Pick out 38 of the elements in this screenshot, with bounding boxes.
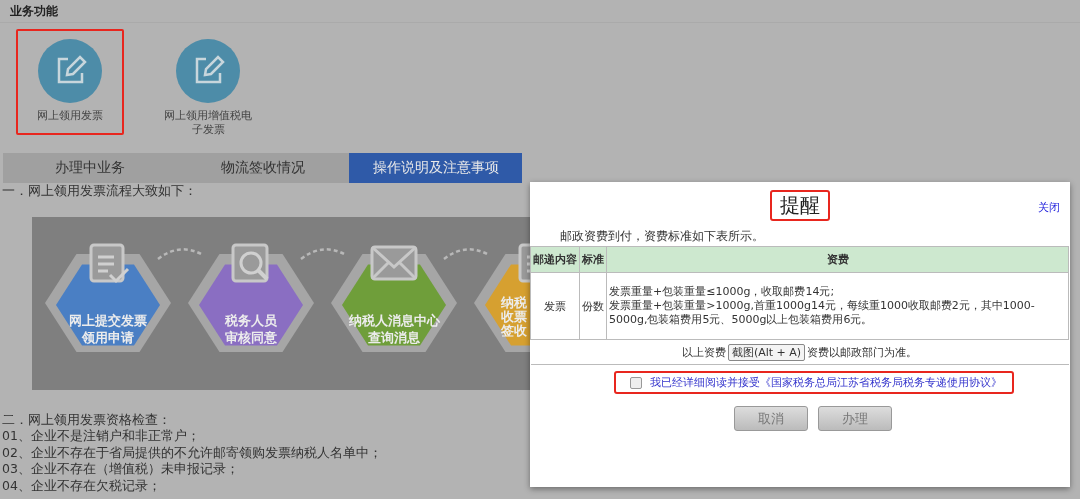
function-item[interactable]: 网上领用增值税电子发票	[154, 29, 262, 135]
column-header: 资费	[606, 246, 1069, 273]
table-cell: 份数	[579, 272, 607, 340]
step-label: 网上提交发票	[69, 312, 147, 328]
check-item: 02、企业不存在于省局提供的不允许邮寄领购发票纳税人名单中；	[1, 444, 382, 461]
close-link[interactable]: 关闭	[1038, 200, 1060, 215]
step-label: 领用申请	[82, 329, 134, 345]
footnote-text: 以上资费	[681, 345, 726, 359]
dialog-title: 提醒	[770, 189, 830, 221]
column-header: 标准	[579, 246, 607, 273]
section-title: 业务功能	[10, 2, 58, 20]
tab[interactable]: 操作说明及注意事项	[349, 153, 522, 183]
check-item: 04、企业不存在欠税记录；	[1, 477, 161, 494]
intro-text: 邮政资费到付，资费标准如下表所示。	[559, 228, 765, 245]
tab[interactable]: 办理中业务	[3, 153, 176, 183]
edit-icon	[38, 39, 102, 103]
checkbox[interactable]	[630, 376, 642, 389]
step-label: 税务人员	[225, 312, 277, 328]
step-label: 审核同意	[225, 329, 277, 345]
table-cell: 发票	[530, 272, 580, 340]
tab[interactable]: 物流签收情况	[176, 153, 349, 183]
dialog-button[interactable]: 取消	[734, 406, 808, 431]
check-item: 01、企业不是注销户和非正常户；	[1, 428, 200, 445]
footnote-text: 资费以邮政部门为准。	[807, 345, 918, 359]
step-label: 查询消息	[368, 329, 420, 345]
column-header: 邮递内容	[530, 246, 580, 273]
table-cell: 发票重量+包装重量≤1000g，收取邮费14元; 发票重量+包装重量>1000g,首重1000g14元，每续重1000收取邮费2元，其中1000-5000g,包装箱费用5元、5000g以上包装箱费用6元。	[606, 272, 1069, 340]
step-label: 纳税	[501, 294, 527, 310]
dialog-button[interactable]: 办理	[818, 406, 892, 431]
edit-icon	[176, 39, 240, 103]
check-item: 03、企业不存在（增值税）未申报记录；	[1, 461, 239, 478]
tooltip: 截图(Alt + A)	[727, 343, 806, 361]
section-heading: 一．网上领用发票流程大致如下：	[1, 183, 197, 200]
section-heading: 二．网上领用发票资格检查：	[1, 411, 171, 428]
agreement-link[interactable]: 我已经详细阅读并接受《国家税务总局江苏省税务局税务专递使用协议》	[650, 375, 1002, 390]
step-label: 签收	[501, 322, 527, 338]
function-item[interactable]: 网上领用发票	[16, 29, 124, 135]
step-label: 收票	[501, 308, 527, 324]
